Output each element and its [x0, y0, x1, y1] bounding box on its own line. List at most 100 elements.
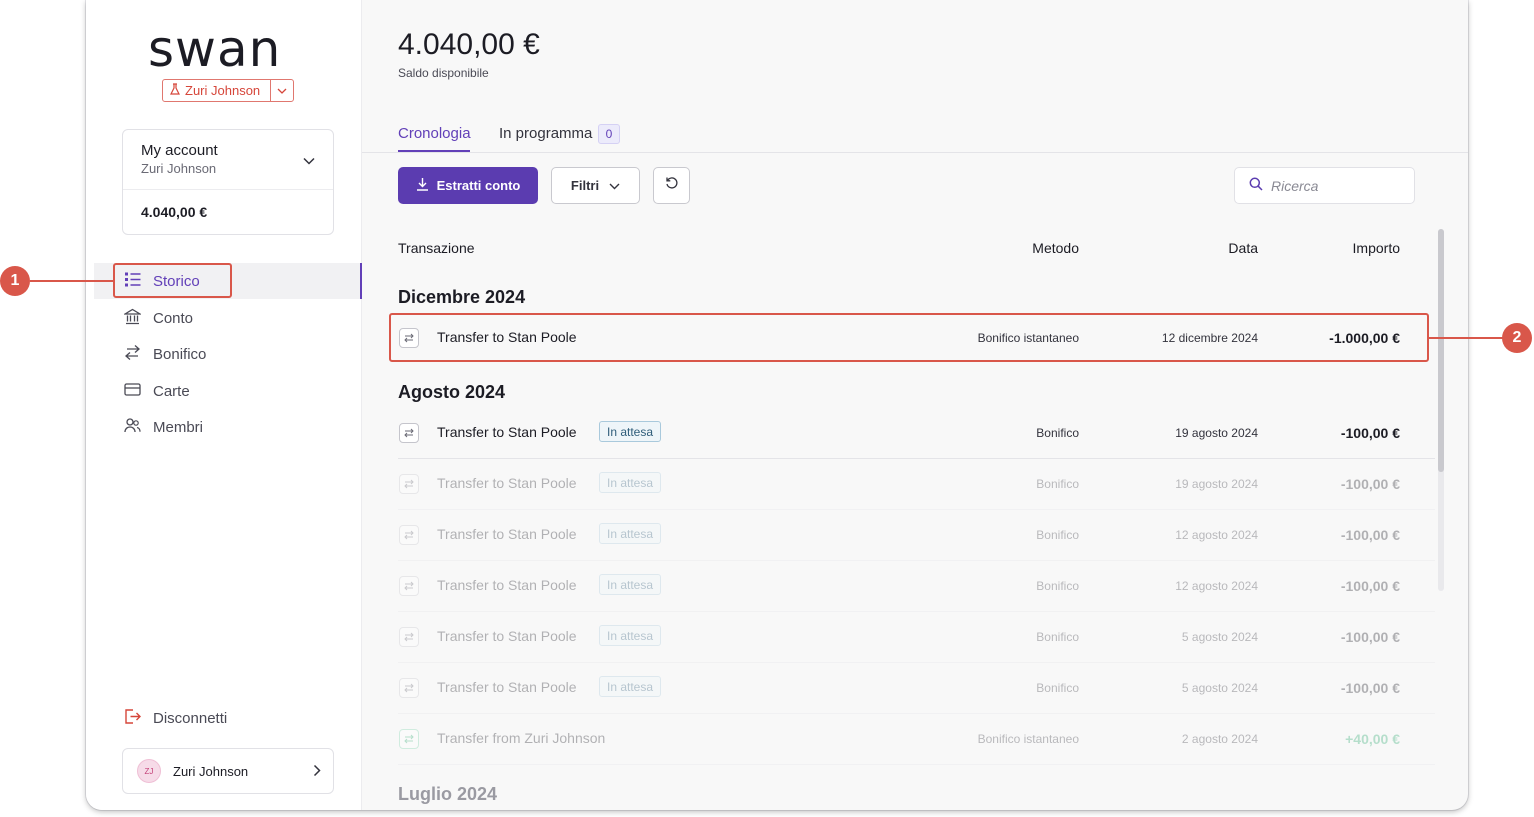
highlight-transaction-row — [389, 313, 1429, 362]
tab-count-badge: 0 — [598, 124, 620, 144]
transfer-arrows-icon — [399, 525, 419, 545]
download-icon — [416, 177, 429, 194]
table-row[interactable]: Transfer from Zuri Johnson Bonifico ista… — [362, 714, 1435, 765]
sidebar-item-label: Conto — [153, 309, 194, 327]
people-icon — [124, 417, 141, 438]
sidebar-item-label: Bonifico — [153, 345, 207, 363]
transaction-date: 12 agosto 2024 — [1175, 528, 1258, 542]
group-title: Luglio 2024 — [398, 784, 498, 804]
transaction-label: Transfer from Zuri Johnson — [437, 730, 606, 746]
callout-badge: 1 — [0, 266, 30, 296]
main-content: 4.040,00 € Saldo disponibile Cronologia … — [362, 0, 1468, 810]
status-badge: In attesa — [599, 523, 662, 544]
refresh-button[interactable] — [653, 167, 690, 204]
transaction-amount: -100,00 € — [1340, 629, 1400, 645]
search-placeholder: Ricerca — [1271, 177, 1319, 194]
transaction-label: Transfer to Stan Poole — [437, 628, 577, 644]
transaction-method: Bonifico istantaneo — [977, 732, 1079, 746]
table-row[interactable]: Transfer to Stan Poole In attesa Bonific… — [362, 459, 1435, 510]
row-divider — [398, 764, 1435, 765]
column-header-method: Metodo — [1032, 240, 1079, 256]
available-balance: 4.040,00 € — [398, 28, 540, 61]
chevron-down-icon[interactable] — [271, 88, 293, 94]
tab-cronologia[interactable]: Cronologia — [398, 125, 471, 142]
callout-line — [1429, 337, 1505, 339]
transaction-date: 5 agosto 2024 — [1181, 681, 1258, 695]
search-input[interactable]: Ricerca — [1234, 167, 1415, 204]
flask-icon — [170, 83, 180, 98]
transaction-method: Bonifico — [1036, 681, 1079, 695]
table-row[interactable]: Transfer to Stan Poole In attesa Bonific… — [362, 663, 1435, 714]
transaction-amount: -100,00 € — [1340, 527, 1400, 543]
logout-label: Disconnetti — [153, 710, 228, 727]
transaction-label: Transfer to Stan Poole — [437, 475, 577, 491]
app-window: swan Zuri Johnson My account Zuri Johnso… — [86, 0, 1468, 810]
table-row[interactable]: Transfer to Stan Poole In attesa Bonific… — [362, 612, 1435, 663]
sidebar-item-bonifico[interactable]: Bonifico — [94, 336, 362, 372]
transaction-date: 5 agosto 2024 — [1181, 630, 1258, 644]
tab-bar: Cronologia In programma 0 — [362, 118, 1468, 153]
transaction-label: Transfer to Stan Poole — [437, 577, 577, 593]
tab-in-programma[interactable]: In programma — [499, 125, 592, 142]
transaction-label: Transfer to Stan Poole — [437, 526, 577, 542]
transaction-method: Bonifico — [1036, 477, 1079, 491]
transaction-method: Bonifico — [1036, 528, 1079, 542]
scrollbar-thumb[interactable] — [1438, 229, 1444, 472]
transaction-method: Bonifico — [1036, 426, 1079, 440]
scrollbar[interactable] — [1438, 229, 1444, 591]
available-balance-label: Saldo disponibile — [398, 66, 489, 80]
column-header-amount: Importo — [1352, 240, 1400, 256]
account-name: My account — [141, 142, 218, 159]
transaction-amount: -100,00 € — [1340, 425, 1400, 441]
transfer-arrows-icon — [399, 576, 419, 596]
sidebar-item-membri[interactable]: Membri — [94, 409, 362, 445]
table-row[interactable]: Transfer to Stan Poole In attesa Bonific… — [362, 408, 1435, 459]
transfer-arrows-icon — [399, 474, 419, 494]
transaction-date: 19 agosto 2024 — [1175, 426, 1258, 440]
logout-button[interactable]: Disconnetti — [124, 708, 227, 729]
filter-button-label: Filtri — [570, 178, 600, 193]
svg-text:swan: swan — [148, 28, 281, 72]
refresh-icon — [665, 176, 679, 195]
sidebar-item-carte[interactable]: Carte — [94, 373, 362, 409]
transfer-arrows-icon — [399, 627, 419, 647]
account-balance: 4.040,00 € — [141, 204, 208, 220]
highlight-storico — [113, 263, 232, 298]
statements-button[interactable]: Estratti conto — [398, 167, 538, 204]
transaction-method: Bonifico — [1036, 630, 1079, 644]
env-user-name: Zuri Johnson — [185, 83, 261, 98]
callout-badge: 2 — [1502, 323, 1532, 353]
sidebar-item-conto[interactable]: Conto — [94, 300, 362, 336]
column-header-date: Data — [1228, 240, 1258, 256]
transaction-date: 19 agosto 2024 — [1175, 477, 1258, 491]
transaction-amount: -100,00 € — [1340, 578, 1400, 594]
transaction-method: Bonifico — [1036, 579, 1079, 593]
sidebar-item-label: Carte — [153, 382, 190, 400]
user-name: Zuri Johnson — [173, 763, 249, 779]
filter-button[interactable]: Filtri — [551, 167, 640, 204]
chevron-down-icon — [609, 178, 620, 193]
avatar: ZJ — [137, 759, 161, 783]
logout-icon — [124, 708, 141, 729]
account-selector[interactable]: My account Zuri Johnson 4.040,00 € — [122, 129, 334, 235]
transfer-arrows-icon — [399, 678, 419, 698]
transaction-amount: -100,00 € — [1340, 476, 1400, 492]
table-row[interactable]: Transfer to Stan Poole In attesa Bonific… — [362, 561, 1435, 612]
transaction-amount: -100,00 € — [1340, 680, 1400, 696]
statements-button-label: Estratti conto — [436, 178, 521, 193]
transfer-arrows-icon — [399, 423, 419, 443]
environment-user-switcher[interactable]: Zuri Johnson — [162, 79, 294, 102]
status-badge: In attesa — [599, 472, 662, 493]
callout-line — [30, 280, 114, 282]
user-profile-button[interactable]: ZJ Zuri Johnson — [122, 748, 334, 794]
sidebar-item-label: Membri — [153, 418, 204, 436]
table-row[interactable]: Transfer to Stan Poole In attesa Bonific… — [362, 510, 1435, 561]
search-icon — [1249, 177, 1263, 194]
card-icon — [124, 381, 141, 402]
group-title: Agosto 2024 — [398, 382, 506, 402]
column-header-transaction: Transazione — [398, 240, 475, 256]
chevron-down-icon[interactable] — [303, 152, 315, 170]
status-badge: In attesa — [599, 421, 662, 442]
bank-icon — [122, 308, 143, 329]
group-title: Dicembre 2024 — [398, 287, 526, 307]
